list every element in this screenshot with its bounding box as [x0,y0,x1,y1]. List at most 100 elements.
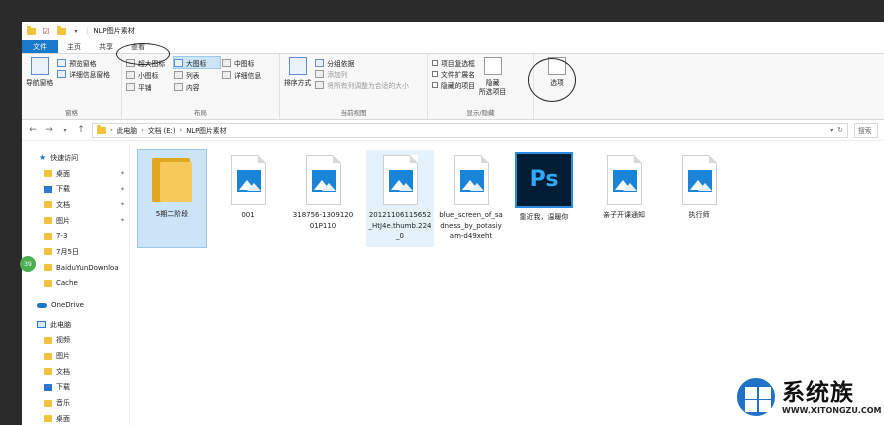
preview-pane-label: 预览窗格 [69,59,97,68]
file-item[interactable]: 001 [214,150,282,221]
nav-item[interactable]: Cache [22,276,129,292]
folder-icon [152,158,192,202]
checkbox[interactable] [432,59,438,66]
details-button[interactable]: 详细信息 [222,69,272,80]
nav-item[interactable]: 7月5日 [22,244,129,260]
nav-item[interactable]: ★ 快速访问 [22,150,129,166]
nav-item[interactable]: 视频 [22,333,129,349]
download-icon [44,383,52,391]
explorer-window: ☑ ▾ | NLP图片素材 文件 主页 共享 查看 导航窗格 预览窗格 详细信息… [22,22,884,425]
image-file-icon [305,155,341,205]
item-checkboxes-toggle[interactable]: 项目复选框 [432,57,475,68]
file-name: 20121106115652_HtJ4e.thumb.224_0 [368,211,432,240]
recent-locations-icon[interactable]: ▾ [60,127,70,134]
details-icon [222,70,231,79]
breadcrumb-item[interactable]: NLP图片素材 [186,125,226,135]
group-label-show-hide: 显示/隐藏 [466,109,495,117]
nav-item[interactable]: 下载 ✦ [22,181,129,197]
nav-item[interactable]: OneDrive [22,297,129,313]
content-label: 内容 [186,83,200,92]
annotation-circle [116,43,170,65]
up-arrow-icon[interactable]: ↑ [76,125,86,135]
nav-item[interactable]: 桌面 ✦ [22,166,129,182]
fit-columns-icon [315,80,325,89]
nav-item[interactable]: 此电脑 [22,317,129,333]
nav-pane-icon [30,57,49,75]
tab-home[interactable]: 主页 [58,40,90,53]
file-name: 318756-130912001P110 [292,211,354,230]
nav-item[interactable]: 音乐 [22,395,129,411]
hide-selected-button[interactable]: 隐藏 所选项目 [479,57,506,96]
file-extensions-toggle[interactable]: 文件扩展名 [432,68,475,79]
tiles-button[interactable]: 平铺 [126,81,172,92]
file-item[interactable]: 318756-130912001P110 [289,150,357,231]
breadcrumb[interactable]: › 此电脑 › 文档 (E:) › NLP图片素材 ▾ ↻ [92,122,848,138]
nav-item[interactable]: 图片 ✦ [22,213,129,229]
search-input[interactable]: 搜索 [854,122,878,138]
file-item[interactable]: 执行师 [665,150,733,221]
nav-item[interactable]: BaiduYunDownloa [22,260,129,276]
file-name: 靠近我，温暖你 [519,213,569,221]
file-item[interactable]: blue_screen_of_sadness_by_potasiyam-d49x… [437,150,505,242]
nav-item[interactable]: 图片 [22,348,129,364]
checkbox[interactable] [432,70,438,77]
hide-selected-icon [483,57,502,75]
details-pane-button[interactable]: 详细信息窗格 [57,68,110,79]
medium-icons-label: 中图标 [234,59,255,68]
nav-item-label: 桌面 [56,169,70,178]
image-file-icon [606,155,642,205]
file-item[interactable]: 5期二阶段 [137,149,207,248]
file-item[interactable]: Ps 靠近我，温暖你 [510,149,578,223]
pin-icon: ✦ [119,201,125,209]
image-file-icon [230,155,266,205]
content-button[interactable]: 内容 [174,81,220,92]
title-separator: | [86,27,89,35]
nav-item-label: BaiduYunDownloa [56,263,119,272]
nav-item-label: Cache [56,279,78,288]
checkbox[interactable] [432,81,438,88]
large-icons-icon [174,58,183,67]
nav-item-label: 7月5日 [56,247,79,256]
nav-item[interactable]: 7-3 [22,228,129,244]
nav-item[interactable]: 桌面 [22,411,129,425]
fit-columns-button[interactable]: 将所有列调整为合适的大小 [315,79,409,90]
nav-pane-label: 导航窗格 [26,79,54,87]
medium-icons-button[interactable]: 中图标 [222,57,272,68]
nav-item[interactable]: 下载 [22,380,129,396]
list-button[interactable]: 列表 [174,69,220,80]
group-by-button[interactable]: 分组依据 [315,57,409,68]
properties-icon[interactable]: ☑ [41,26,51,36]
nav-item[interactable]: 文档 ✦ [22,197,129,213]
breadcrumb-item[interactable]: 此电脑 [117,125,137,135]
breadcrumb-item[interactable]: 文档 (E:) [148,125,176,135]
nav-item-label: 7-3 [56,232,68,241]
hidden-items-toggle[interactable]: 隐藏的项目 [432,79,475,90]
nav-pane-button[interactable]: 导航窗格 [26,57,53,87]
back-arrow-icon[interactable]: ← [28,125,38,135]
add-columns-button[interactable]: 添加列 [315,68,409,79]
content-icon [174,82,183,91]
file-name: 亲子开课通知 [603,211,645,219]
search-placeholder: 搜索 [858,127,872,135]
refresh-icon[interactable]: ↻ [837,126,843,134]
file-extensions-label: 文件扩展名 [441,70,475,79]
new-folder-icon[interactable] [56,25,66,36]
folder-icon [44,217,52,225]
download-icon [44,185,52,193]
address-dropdown-icon[interactable]: ▾ [830,127,833,134]
image-file-icon [382,155,418,205]
folder-icon [97,124,106,134]
sort-by-button[interactable]: 排序方式 [284,57,311,90]
file-item[interactable]: 亲子开课通知 [590,150,658,221]
customize-qat-icon[interactable]: ▾ [71,26,81,36]
tab-file[interactable]: 文件 [22,40,58,53]
large-icons-label: 大图标 [186,59,207,68]
nav-item[interactable]: 文档 [22,364,129,380]
large-icons-button[interactable]: 大图标 [173,56,221,69]
small-icons-button[interactable]: 小图标 [126,69,172,80]
file-item[interactable]: 20121106115652_HtJ4e.thumb.224_0 [366,150,434,247]
forward-arrow-icon[interactable]: → [44,125,54,135]
preview-pane-button[interactable]: 预览窗格 [57,57,110,68]
pin-icon: ✦ [119,170,125,178]
breadcrumb-chevron-icon: › [179,126,183,134]
